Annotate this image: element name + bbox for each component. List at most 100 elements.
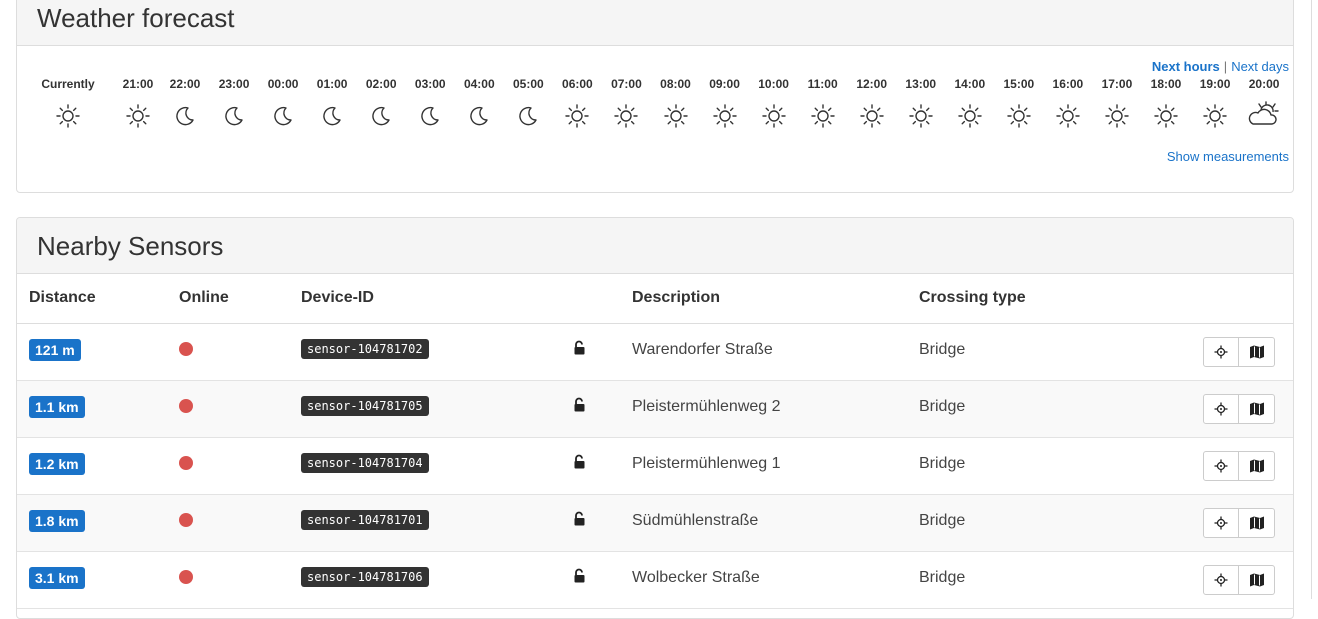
crossing-type: Bridge bbox=[919, 569, 966, 586]
nav-separator: | bbox=[1223, 59, 1228, 74]
forecast-slot: 03:00 bbox=[402, 77, 458, 129]
locate-button[interactable] bbox=[1203, 565, 1239, 595]
offline-dot-icon bbox=[179, 570, 193, 584]
offline-dot-icon bbox=[179, 513, 193, 527]
sensor-description: Wolbecker Straße bbox=[632, 569, 760, 586]
moon-icon bbox=[225, 106, 243, 126]
unlocked-padlock-icon bbox=[573, 340, 587, 361]
weather-panel-heading: Weather forecast bbox=[17, 0, 1293, 46]
moon-icon bbox=[519, 106, 538, 126]
forecast-slot: 04:00 bbox=[451, 77, 507, 129]
show-on-map-button[interactable] bbox=[1239, 565, 1275, 595]
crossing-type: Bridge bbox=[919, 398, 966, 415]
sun-icon bbox=[663, 104, 688, 128]
forecast-time: 19:00 bbox=[1199, 77, 1231, 91]
forecast-time: 04:00 bbox=[463, 77, 495, 91]
offline-dot-icon bbox=[179, 399, 193, 413]
column-header-online: Online bbox=[179, 289, 229, 306]
sensor-description: Pleistermühlenweg 1 bbox=[632, 455, 781, 472]
device-id-label: sensor-104781705 bbox=[301, 396, 429, 416]
offline-dot-icon bbox=[179, 456, 193, 470]
locate-button[interactable] bbox=[1203, 508, 1239, 538]
sun-icon bbox=[1007, 104, 1031, 128]
forecast-time: 06:00 bbox=[562, 77, 593, 91]
distance-badge: 1.2 km bbox=[29, 453, 85, 475]
sensor-description: Pleistermühlenweg 2 bbox=[632, 398, 781, 415]
device-id-label: sensor-104781706 bbox=[301, 567, 429, 587]
forecast-time: 12:00 bbox=[856, 77, 888, 91]
table-row: 121 m sensor-104781702 Warendorfer Straße B… bbox=[17, 324, 1293, 381]
show-on-map-button[interactable] bbox=[1239, 451, 1275, 481]
forecast-time: 07:00 bbox=[611, 77, 642, 91]
crossing-type: Bridge bbox=[919, 455, 966, 472]
forecast-slot: 06:00 bbox=[549, 77, 605, 129]
forecast-time: 20:00 bbox=[1248, 77, 1280, 91]
weather-forecast-panel: Weather forecast Next hours | Next days Cu… bbox=[16, 0, 1294, 193]
sun-icon bbox=[712, 104, 737, 128]
show-on-map-button[interactable] bbox=[1239, 337, 1275, 367]
distance-badge: 121 m bbox=[29, 339, 81, 361]
crosshair-icon bbox=[1214, 573, 1228, 587]
show-measurements-link[interactable]: Show measurements bbox=[1167, 149, 1289, 164]
sun-icon bbox=[126, 104, 150, 128]
crosshair-icon bbox=[1214, 516, 1228, 530]
forecast-slot: 00:00 bbox=[255, 77, 311, 129]
row-actions bbox=[1203, 337, 1275, 367]
column-header-description: Description bbox=[632, 289, 721, 306]
crosshair-icon bbox=[1214, 345, 1228, 359]
next-hours-link[interactable]: Next hours bbox=[1152, 59, 1220, 74]
forecast-slot: 13:00 bbox=[893, 77, 949, 129]
locate-button[interactable] bbox=[1203, 451, 1239, 481]
forecast-slot: 08:00 bbox=[648, 77, 704, 129]
sun-icon bbox=[1203, 104, 1227, 128]
sensors-title: Nearby Sensors bbox=[37, 231, 224, 261]
column-header-device-id: Device-ID bbox=[301, 289, 374, 306]
forecast-time: 08:00 bbox=[660, 77, 691, 91]
forecast-slot: 20:00 bbox=[1236, 77, 1292, 127]
forecast-time: 22:00 bbox=[169, 77, 201, 91]
unlocked-padlock-icon bbox=[573, 511, 587, 532]
locate-button[interactable] bbox=[1203, 394, 1239, 424]
sun-icon bbox=[1056, 104, 1080, 128]
forecast-time: 09:00 bbox=[709, 77, 740, 91]
sun-icon bbox=[614, 104, 639, 128]
row-actions bbox=[1203, 394, 1275, 424]
sun-icon bbox=[56, 104, 80, 128]
moon-icon bbox=[421, 106, 439, 126]
forecast-time: 13:00 bbox=[905, 77, 937, 91]
sensor-description: Warendorfer Straße bbox=[632, 341, 773, 358]
map-icon bbox=[1249, 459, 1264, 473]
forecast-slot: 15:00 bbox=[991, 77, 1047, 129]
distance-badge: 1.8 km bbox=[29, 510, 85, 532]
forecast-slot: 12:00 bbox=[844, 77, 900, 129]
forecast-slot: 05:00 bbox=[500, 77, 556, 129]
moon-icon bbox=[323, 106, 341, 126]
weather-title: Weather forecast bbox=[37, 3, 235, 33]
show-on-map-button[interactable] bbox=[1239, 394, 1275, 424]
next-days-link[interactable]: Next days bbox=[1231, 59, 1289, 74]
table-row: 1.1 km sensor-104781705 Pleistermühlenweg … bbox=[17, 381, 1293, 438]
show-on-map-button[interactable] bbox=[1239, 508, 1275, 538]
device-id-label: sensor-104781701 bbox=[301, 510, 429, 530]
sun-icon bbox=[810, 104, 835, 128]
sensor-description: Südmühlenstraße bbox=[632, 512, 759, 529]
forecast-slot: 11:00 bbox=[795, 77, 851, 129]
forecast-slot: 01:00 bbox=[304, 77, 360, 129]
moon-icon bbox=[372, 106, 390, 126]
map-icon bbox=[1249, 345, 1264, 359]
row-actions bbox=[1203, 508, 1275, 538]
sun-icon bbox=[958, 104, 982, 128]
forecast-slot: 17:00 bbox=[1089, 77, 1145, 129]
forecast-time: 10:00 bbox=[758, 77, 789, 91]
forecast-time: 00:00 bbox=[267, 77, 299, 91]
crossing-type: Bridge bbox=[919, 341, 966, 358]
sun-icon bbox=[909, 104, 933, 128]
moon-icon bbox=[470, 106, 488, 126]
forecast-slot: Currently bbox=[40, 77, 96, 129]
map-icon bbox=[1249, 573, 1264, 587]
forecast-time: 05:00 bbox=[512, 77, 544, 91]
nearby-sensors-panel: Nearby Sensors Distance Online Device-ID… bbox=[16, 217, 1294, 619]
forecast-slot: 23:00 bbox=[206, 77, 262, 129]
forecast-time: 01:00 bbox=[316, 77, 348, 91]
locate-button[interactable] bbox=[1203, 337, 1239, 367]
